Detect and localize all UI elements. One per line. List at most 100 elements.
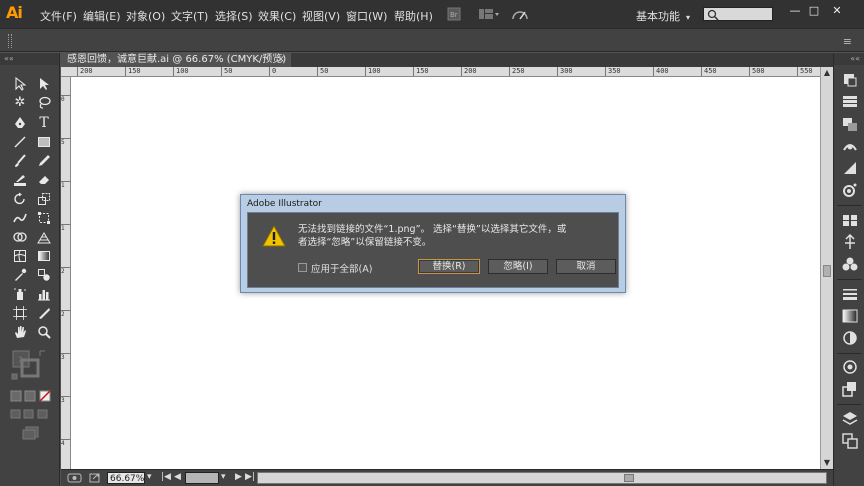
mesh-tool-icon[interactable] <box>11 248 29 264</box>
scroll-down-icon[interactable]: ▼ <box>821 457 833 469</box>
search-icon <box>707 9 719 21</box>
eraser-tool-icon[interactable] <box>35 172 53 188</box>
ruler-tick: 100 <box>365 67 381 76</box>
slice-tool-icon[interactable] <box>35 305 53 321</box>
layers-panel-icon[interactable] <box>842 411 858 427</box>
warp-tool-icon[interactable] <box>11 210 29 226</box>
horizontal-scrollbar[interactable] <box>257 472 827 484</box>
close-icon[interactable]: × <box>277 53 285 67</box>
dock-collapse[interactable]: «« <box>834 53 864 65</box>
rectangle-tool-icon[interactable] <box>35 134 53 150</box>
workspace-switcher[interactable]: 基本功能 ▾ <box>636 8 690 24</box>
vertical-scrollbar[interactable]: ▲ ▼ <box>820 67 833 469</box>
artboard-navigator-icon[interactable] <box>89 472 101 486</box>
color-guide-icon[interactable] <box>842 94 858 110</box>
screen-mode-icon[interactable] <box>21 425 41 440</box>
brushes-panel-icon[interactable] <box>842 138 858 154</box>
paintbrush-tool-icon[interactable] <box>11 153 29 169</box>
shape-builder-tool-icon[interactable] <box>11 229 29 245</box>
graphic-style-panel-icon[interactable] <box>842 381 858 397</box>
next-artboard-icon[interactable]: ▶ <box>235 472 242 482</box>
graphic-styles-icon[interactable] <box>842 182 858 198</box>
artboard-dropdown-icon[interactable]: ▾ <box>221 472 226 482</box>
perspective-grid-tool-icon[interactable] <box>35 229 53 245</box>
vertical-scroll-thumb[interactable] <box>823 265 831 277</box>
pen-tool-icon[interactable] <box>11 115 29 131</box>
appearance-panel-icon[interactable] <box>842 359 858 375</box>
menu-type[interactable]: 文字(T) <box>171 8 208 24</box>
blob-brush-tool-icon[interactable] <box>11 172 29 188</box>
scale-tool-icon[interactable] <box>35 191 53 207</box>
horizontal-scroll-thumb[interactable] <box>624 474 634 482</box>
close-window-button[interactable]: ✕ <box>830 5 844 17</box>
artboard-number-field[interactable] <box>185 472 219 484</box>
vertical-ruler[interactable]: 0 5 1 1 2 2 3 3 4 <box>61 77 71 469</box>
menu-object[interactable]: 对象(O) <box>126 8 165 24</box>
gpu-performance-icon[interactable] <box>511 7 529 21</box>
apply-to-all-checkbox[interactable] <box>298 263 307 272</box>
transform-panel-icon[interactable] <box>842 233 858 250</box>
type-tool-icon[interactable]: T <box>35 115 53 131</box>
artboard-tool-icon[interactable] <box>11 305 29 321</box>
zoom-tool-icon[interactable] <box>35 324 53 340</box>
menu-help[interactable]: 帮助(H) <box>394 8 433 24</box>
blend-tool-icon[interactable] <box>35 267 53 283</box>
menu-edit[interactable]: 编辑(E) <box>83 8 121 24</box>
zoom-dropdown-icon[interactable]: ▾ <box>147 472 152 482</box>
menu-view[interactable]: 视图(V) <box>302 8 340 24</box>
gradient-panel-icon[interactable] <box>842 308 858 324</box>
document-tab[interactable]: 感恩回馈，诚意巨献.ai @ 66.67% (CMYK/预览) × <box>61 53 291 67</box>
line-tool-icon[interactable] <box>11 134 29 150</box>
color-panel-icon[interactable] <box>842 72 858 88</box>
menu-window[interactable]: 窗口(W) <box>346 8 387 24</box>
previous-artboard-icon[interactable]: ◀ <box>174 472 181 482</box>
menu-select[interactable]: 选择(S) <box>215 8 253 24</box>
zoom-field[interactable]: 66.67% <box>107 472 145 484</box>
bridge-icon[interactable]: Br <box>447 7 461 21</box>
minimize-button[interactable]: — <box>788 5 802 17</box>
replace-button[interactable]: 替换(R) <box>418 259 480 274</box>
apply-to-all-label[interactable]: 应用于全部(A) <box>311 261 372 275</box>
transparency-panel-icon[interactable] <box>842 330 858 346</box>
hand-tool-icon[interactable] <box>11 324 29 340</box>
ruler-tick: 450 <box>701 67 717 76</box>
lasso-tool-icon[interactable] <box>35 95 53 111</box>
ruler-tick: 4 <box>61 439 70 447</box>
dock-separator <box>837 279 862 280</box>
cancel-button[interactable]: 取消 <box>556 259 616 274</box>
pencil-tool-icon[interactable] <box>35 153 53 169</box>
rotate-tool-icon[interactable] <box>11 191 29 207</box>
direct-selection-tool-icon[interactable] <box>35 76 53 92</box>
search-input[interactable] <box>703 7 773 21</box>
drawing-modes[interactable] <box>10 407 54 419</box>
align-panel-icon[interactable] <box>842 212 858 228</box>
scroll-up-icon[interactable]: ▲ <box>821 67 833 79</box>
last-artboard-icon[interactable]: ▶| <box>245 472 255 482</box>
first-artboard-icon[interactable]: |◀ <box>161 472 171 482</box>
horizontal-ruler[interactable]: 200 150 100 50 0 50 100 150 200 250 300 350 400 450 50… <box>61 67 820 77</box>
menu-file[interactable]: 文件(F) <box>40 8 77 24</box>
menu-effect[interactable]: 效果(C) <box>258 8 296 24</box>
symbols-panel-icon[interactable] <box>842 160 858 176</box>
artboards-panel-icon[interactable] <box>842 433 858 449</box>
gradient-tool-icon[interactable] <box>35 248 53 264</box>
symbol-sprayer-tool-icon[interactable] <box>11 286 29 302</box>
tools-panel-collapse[interactable]: «« <box>0 53 59 65</box>
fill-stroke-swatches[interactable]: ? <box>10 347 48 381</box>
status-icon[interactable] <box>67 472 83 486</box>
restore-button[interactable]: □ <box>807 5 821 17</box>
ruler-tick: 350 <box>605 67 621 76</box>
arrange-documents-icon[interactable] <box>478 7 500 21</box>
magic-wand-tool-icon[interactable]: ✲ <box>11 95 29 111</box>
ignore-button[interactable]: 忽略(I) <box>488 259 548 274</box>
eyedropper-tool-icon[interactable] <box>11 267 29 283</box>
stroke-panel-icon[interactable] <box>842 286 858 302</box>
control-bar-menu-icon[interactable]: ≡ <box>843 35 852 48</box>
color-mode-buttons[interactable] <box>10 389 54 402</box>
free-transform-tool-icon[interactable] <box>35 210 53 226</box>
pathfinder-icon[interactable] <box>842 256 858 272</box>
selection-tool-icon[interactable] <box>11 76 29 92</box>
swatches-panel-icon[interactable] <box>842 116 858 132</box>
column-graph-tool-icon[interactable] <box>35 286 53 302</box>
control-bar-grip[interactable] <box>8 34 12 48</box>
